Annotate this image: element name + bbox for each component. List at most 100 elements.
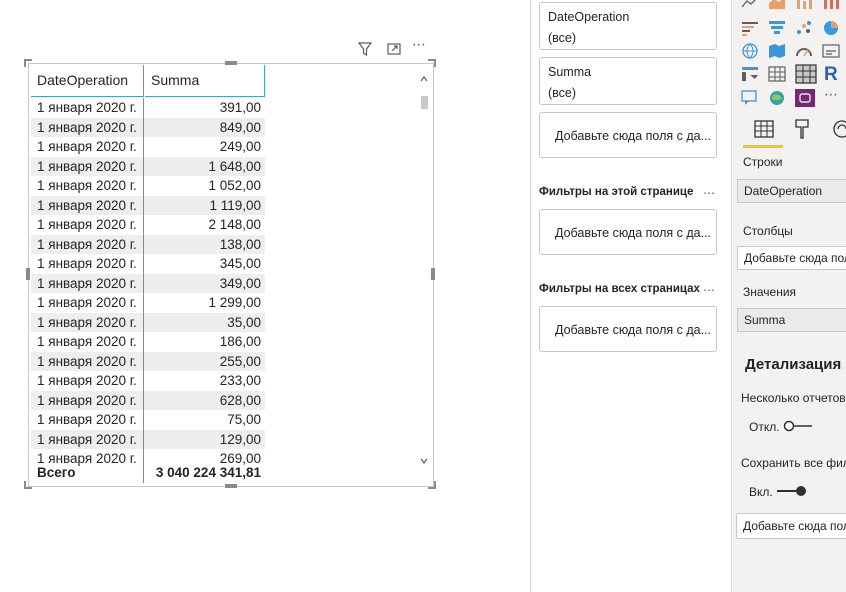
visual-header-toolbar: ⋯ <box>356 36 434 58</box>
resize-handle-left[interactable] <box>26 268 30 280</box>
rows-well-field[interactable]: DateOperation <box>737 179 846 203</box>
drop-zone-label: Добавьте сюда поля с да... <box>555 323 710 337</box>
table-row[interactable]: 1 января 2020 г. 186,00 <box>31 332 265 352</box>
drillthrough-title: Детализация <box>745 356 842 373</box>
table-row[interactable]: 1 января 2020 г. 849,00 <box>31 117 265 137</box>
filter-card-dateoperation[interactable]: DateOperation (все) <box>539 2 717 50</box>
table-visual-icon[interactable] <box>795 64 817 84</box>
table-row[interactable]: 1 января 2020 г. 129,00 <box>31 429 265 449</box>
format-tab-icon[interactable] <box>790 117 814 141</box>
matrix-icon[interactable] <box>768 66 786 82</box>
resize-handle-top[interactable] <box>225 61 237 65</box>
ribbon-chart-icon[interactable] <box>795 0 813 10</box>
fields-tab-icon[interactable] <box>752 117 776 141</box>
table-row[interactable]: 1 января 2020 г. 1 648,00 <box>31 156 265 176</box>
kpi-icon[interactable] <box>822 43 840 59</box>
table-row[interactable]: 1 января 2020 г. 255,00 <box>31 351 265 371</box>
cross-report-toggle[interactable] <box>783 419 813 433</box>
waterfall-chart-icon[interactable] <box>822 0 840 10</box>
filter-field-value: (все) <box>548 31 577 45</box>
table-row[interactable]: 1 января 2020 г. 1 119,00 <box>31 195 265 215</box>
rows-well-label: Строки <box>743 155 783 169</box>
table-row[interactable]: 1 января 2020 г. 1 299,00 <box>31 293 265 313</box>
gauge-icon[interactable] <box>795 43 813 59</box>
cell-dateoperation: 1 января 2020 г. <box>31 351 144 371</box>
resize-handle-top-left[interactable] <box>24 59 32 67</box>
arcgis-map-icon[interactable] <box>768 90 786 106</box>
area-chart-icon[interactable] <box>768 0 786 10</box>
columns-well-drop-zone[interactable]: Добавьте сюда поля с д <box>737 246 846 270</box>
all-pages-filters-heading: Фильтры на всех страницах <box>539 283 700 295</box>
column-header-dateoperation[interactable]: DateOperation <box>31 65 144 97</box>
pie-chart-icon[interactable] <box>822 20 840 36</box>
r-script-visual-icon[interactable]: R <box>824 64 838 86</box>
table-row[interactable]: 1 января 2020 г. 391,00 <box>31 98 265 118</box>
filled-map-icon[interactable] <box>768 43 786 59</box>
table-row[interactable]: 1 января 2020 г. 349,00 <box>31 273 265 293</box>
table-row[interactable]: 1 января 2020 г. 628,00 <box>31 390 265 410</box>
table-scrollbar[interactable] <box>419 72 429 466</box>
filter-card-summa[interactable]: Summa (все) <box>539 57 717 105</box>
slicer-icon[interactable] <box>741 66 759 82</box>
cell-dateoperation: 1 января 2020 г. <box>31 98 144 118</box>
resize-handle-top-right[interactable] <box>428 59 436 67</box>
table-row[interactable]: 1 января 2020 г. 233,00 <box>31 371 265 391</box>
line-chart-icon[interactable] <box>741 0 759 10</box>
focus-mode-icon[interactable] <box>385 40 403 58</box>
all-pages-filter-drop-zone[interactable]: Добавьте сюда поля с да... <box>539 306 717 352</box>
power-apps-icon[interactable] <box>795 89 815 107</box>
analytics-tab-icon[interactable] <box>830 117 846 141</box>
resize-handle-right[interactable] <box>431 268 435 280</box>
scroll-up-icon[interactable] <box>419 74 429 84</box>
page-filters-more-icon[interactable]: ⋯ <box>703 186 716 200</box>
drop-zone-label: Добавьте сюда поля с да... <box>555 129 710 143</box>
column-header-summa[interactable]: Summa <box>145 65 265 97</box>
scatter-chart-icon[interactable] <box>741 20 759 36</box>
cell-dateoperation: 1 января 2020 г. <box>31 137 144 157</box>
more-visuals-icon[interactable]: ⋯ <box>824 86 838 103</box>
keep-filters-toggle[interactable] <box>776 484 808 498</box>
more-options-icon[interactable]: ⋯ <box>412 36 434 54</box>
table-row[interactable]: 1 января 2020 г. 35,00 <box>31 312 265 332</box>
table-row[interactable]: 1 января 2020 г. 2 148,00 <box>31 215 265 235</box>
cell-dateoperation: 1 января 2020 г. <box>31 234 144 254</box>
scrollbar-thumb[interactable] <box>421 96 428 109</box>
qa-visual-icon[interactable] <box>741 90 759 106</box>
cell-summa: 391,00 <box>219 100 261 115</box>
scatter-dots-icon[interactable] <box>795 20 813 36</box>
page-filter-drop-zone[interactable]: Добавьте сюда поля с да... <box>539 209 717 255</box>
table-visual[interactable]: DateOperation Summa 1 января 2020 г. 391,… <box>28 63 434 487</box>
table-row[interactable]: 1 января 2020 г. 345,00 <box>31 254 265 274</box>
table-row[interactable]: 1 января 2020 г. 138,00 <box>31 234 265 254</box>
filter-field-name: Summa <box>548 65 592 79</box>
visual-filter-drop-zone[interactable]: Добавьте сюда поля с да... <box>539 112 717 158</box>
cell-summa: 2 148,00 <box>208 217 261 232</box>
drillthrough-drop-zone[interactable]: Добавьте сюда поля с д <box>736 513 846 539</box>
values-well-field[interactable]: Summa <box>737 308 846 332</box>
resize-handle-bottom-left[interactable] <box>24 481 32 489</box>
pane-divider <box>530 0 531 592</box>
table-row[interactable]: 1 января 2020 г. 249,00 <box>31 137 265 157</box>
cross-report-label: Несколько отчетов <box>741 391 846 405</box>
funnel-chart-icon[interactable] <box>768 20 786 36</box>
cell-dateoperation: 1 января 2020 г. <box>31 195 144 215</box>
resize-handle-bottom-right[interactable] <box>428 481 436 489</box>
total-value: 3 040 224 341,81 <box>155 465 261 480</box>
scroll-down-icon[interactable] <box>419 456 429 466</box>
filter-field-name: DateOperation <box>548 10 630 24</box>
cell-summa: 186,00 <box>219 334 261 349</box>
cell-summa: 129,00 <box>219 431 261 447</box>
cell-dateoperation: 1 января 2020 г. <box>31 215 144 235</box>
cell-summa: 233,00 <box>219 373 261 388</box>
resize-handle-bottom[interactable] <box>225 484 237 488</box>
all-pages-filters-more-icon[interactable]: ⋯ <box>703 283 716 297</box>
cell-dateoperation: 1 января 2020 г. <box>31 117 144 137</box>
columns-well-label: Столбцы <box>743 224 793 238</box>
filter-field-value: (все) <box>548 86 577 100</box>
cell-summa: 75,00 <box>227 412 261 427</box>
map-icon[interactable] <box>741 43 759 59</box>
table-row[interactable]: 1 января 2020 г. 1 052,00 <box>31 176 265 196</box>
filter-icon[interactable] <box>356 40 374 58</box>
cell-dateoperation: 1 января 2020 г. <box>31 410 144 430</box>
table-row[interactable]: 1 января 2020 г. 75,00 <box>31 410 265 430</box>
